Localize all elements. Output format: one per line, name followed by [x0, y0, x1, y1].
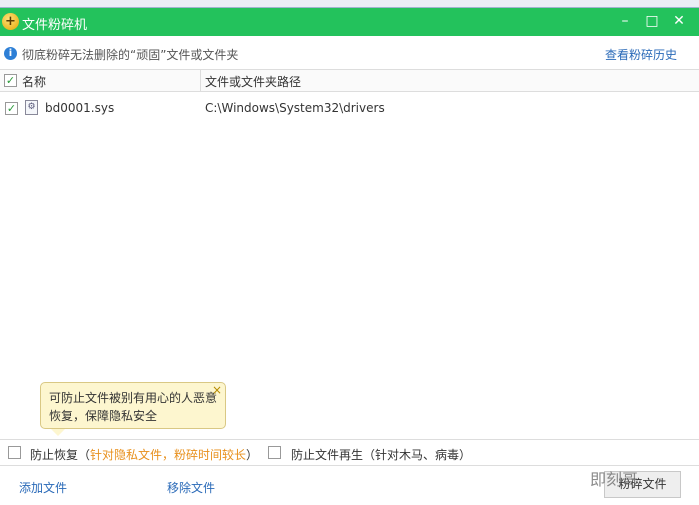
watermark: 即刻哥: [590, 470, 639, 489]
select-all-checkbox[interactable]: ✓: [4, 74, 17, 87]
options-bar: 防止恢复（针对隐私文件，粉碎时间较长） 防止文件再生（针对木马、病毒）: [0, 439, 699, 466]
add-file-link[interactable]: 添加文件: [19, 479, 67, 496]
prevent-recovery-note: 针对隐私文件，粉碎时间较长: [90, 448, 247, 462]
prevent-recovery-label[interactable]: 防止恢复（针对隐私文件，粉碎时间较长）: [30, 446, 258, 463]
info-text: 彻底粉碎无法删除的“顽固”文件或文件夹: [22, 48, 239, 62]
app-logo-icon: +: [2, 13, 19, 30]
table-row[interactable]: ✓ ⚙ bd0001.sys C:\Windows\System32\drive…: [0, 97, 699, 119]
row-checkbox[interactable]: ✓: [5, 102, 18, 115]
file-path: C:\Windows\System32\drivers: [205, 101, 385, 115]
tooltip-close-icon[interactable]: ×: [212, 381, 222, 399]
window-title: 文件粉碎机: [22, 18, 88, 33]
table-header: ✓ 名称 文件或文件夹路径: [0, 70, 699, 92]
column-divider[interactable]: [200, 70, 201, 92]
column-path[interactable]: 文件或文件夹路径: [205, 73, 301, 90]
remove-file-link[interactable]: 移除文件: [167, 479, 215, 496]
file-name: bd0001.sys: [45, 101, 115, 115]
prevent-regen-checkbox[interactable]: [268, 446, 281, 459]
prevent-recovery-text: 防止恢复（: [30, 448, 91, 462]
close-button[interactable]: ✕: [667, 10, 691, 32]
background-window-strip: [0, 0, 699, 8]
tooltip-line2: 恢复，保障隐私安全: [49, 409, 158, 423]
info-icon: i: [4, 47, 17, 60]
prevent-recovery-end: ）: [246, 448, 259, 462]
prevent-recovery-checkbox[interactable]: [8, 446, 21, 459]
info-bar: i 彻底粉碎无法删除的“顽固”文件或文件夹 查看粉碎历史: [0, 36, 699, 70]
column-name[interactable]: 名称: [22, 73, 46, 90]
view-history-link[interactable]: 查看粉碎历史: [605, 46, 677, 63]
maximize-button[interactable]: □: [640, 10, 664, 32]
system-file-icon: ⚙: [25, 100, 38, 115]
tooltip-line1: 可防止文件被别有用心的人恶意: [49, 391, 218, 405]
title-bar: + 文件粉碎机 – □ ✕: [0, 8, 699, 36]
minimize-button[interactable]: –: [613, 10, 637, 32]
prevent-regen-label[interactable]: 防止文件再生（针对木马、病毒）: [291, 446, 471, 463]
tooltip: × 可防止文件被别有用心的人恶意 恢复，保障隐私安全: [40, 381, 226, 436]
